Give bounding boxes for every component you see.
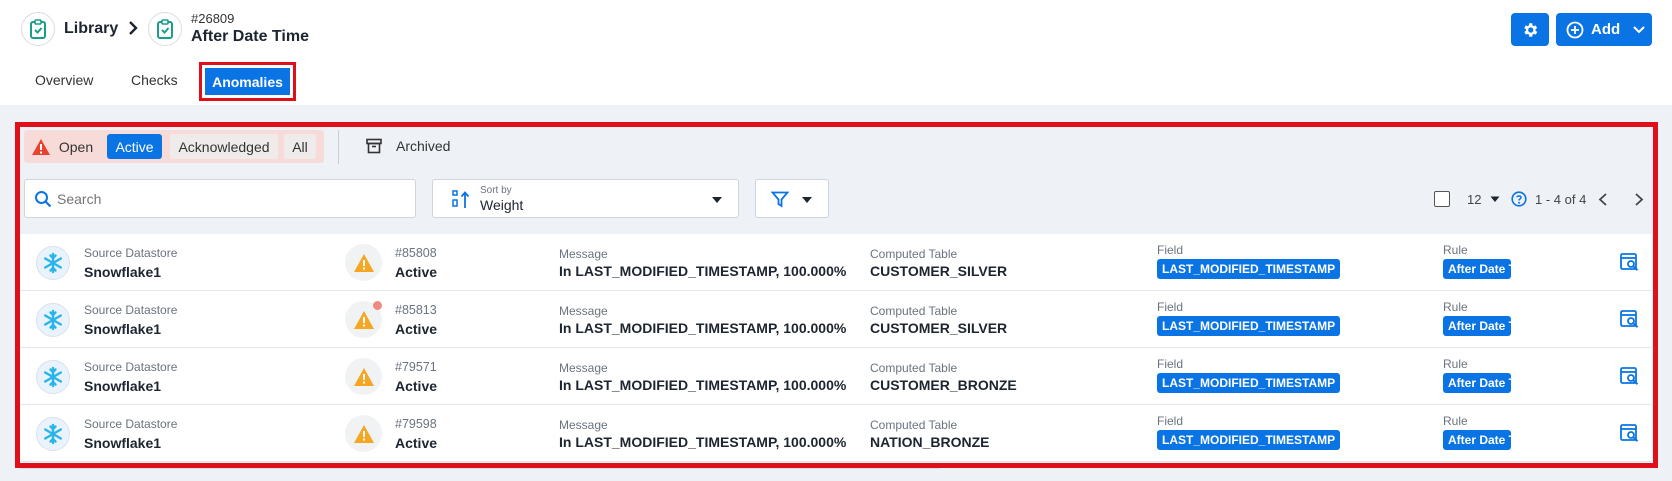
tab-overview[interactable]: Overview	[35, 72, 93, 88]
top-bar: Library #26809 After Date Time Add Overv…	[0, 0, 1672, 105]
settings-button[interactable]	[1511, 13, 1549, 46]
breadcrumb-chevron-icon	[129, 21, 138, 35]
check-id: #26809	[191, 11, 235, 26]
chevron-down-icon	[1633, 25, 1645, 33]
add-button[interactable]: Add	[1556, 13, 1652, 46]
add-button-label: Add	[1591, 21, 1621, 38]
check-clipboard-icon	[148, 12, 182, 46]
library-clipboard-icon[interactable]	[21, 12, 55, 46]
check-title: After Date Time	[191, 28, 309, 45]
tab-anomalies-highlight: Anomalies	[199, 62, 296, 101]
tab-anomalies[interactable]: Anomalies	[205, 68, 290, 95]
highlight-box	[15, 122, 1658, 468]
tab-checks[interactable]: Checks	[131, 72, 178, 88]
gear-icon	[1524, 22, 1538, 37]
plus-circle-icon	[1566, 21, 1584, 38]
breadcrumb-library[interactable]: Library	[64, 20, 118, 38]
